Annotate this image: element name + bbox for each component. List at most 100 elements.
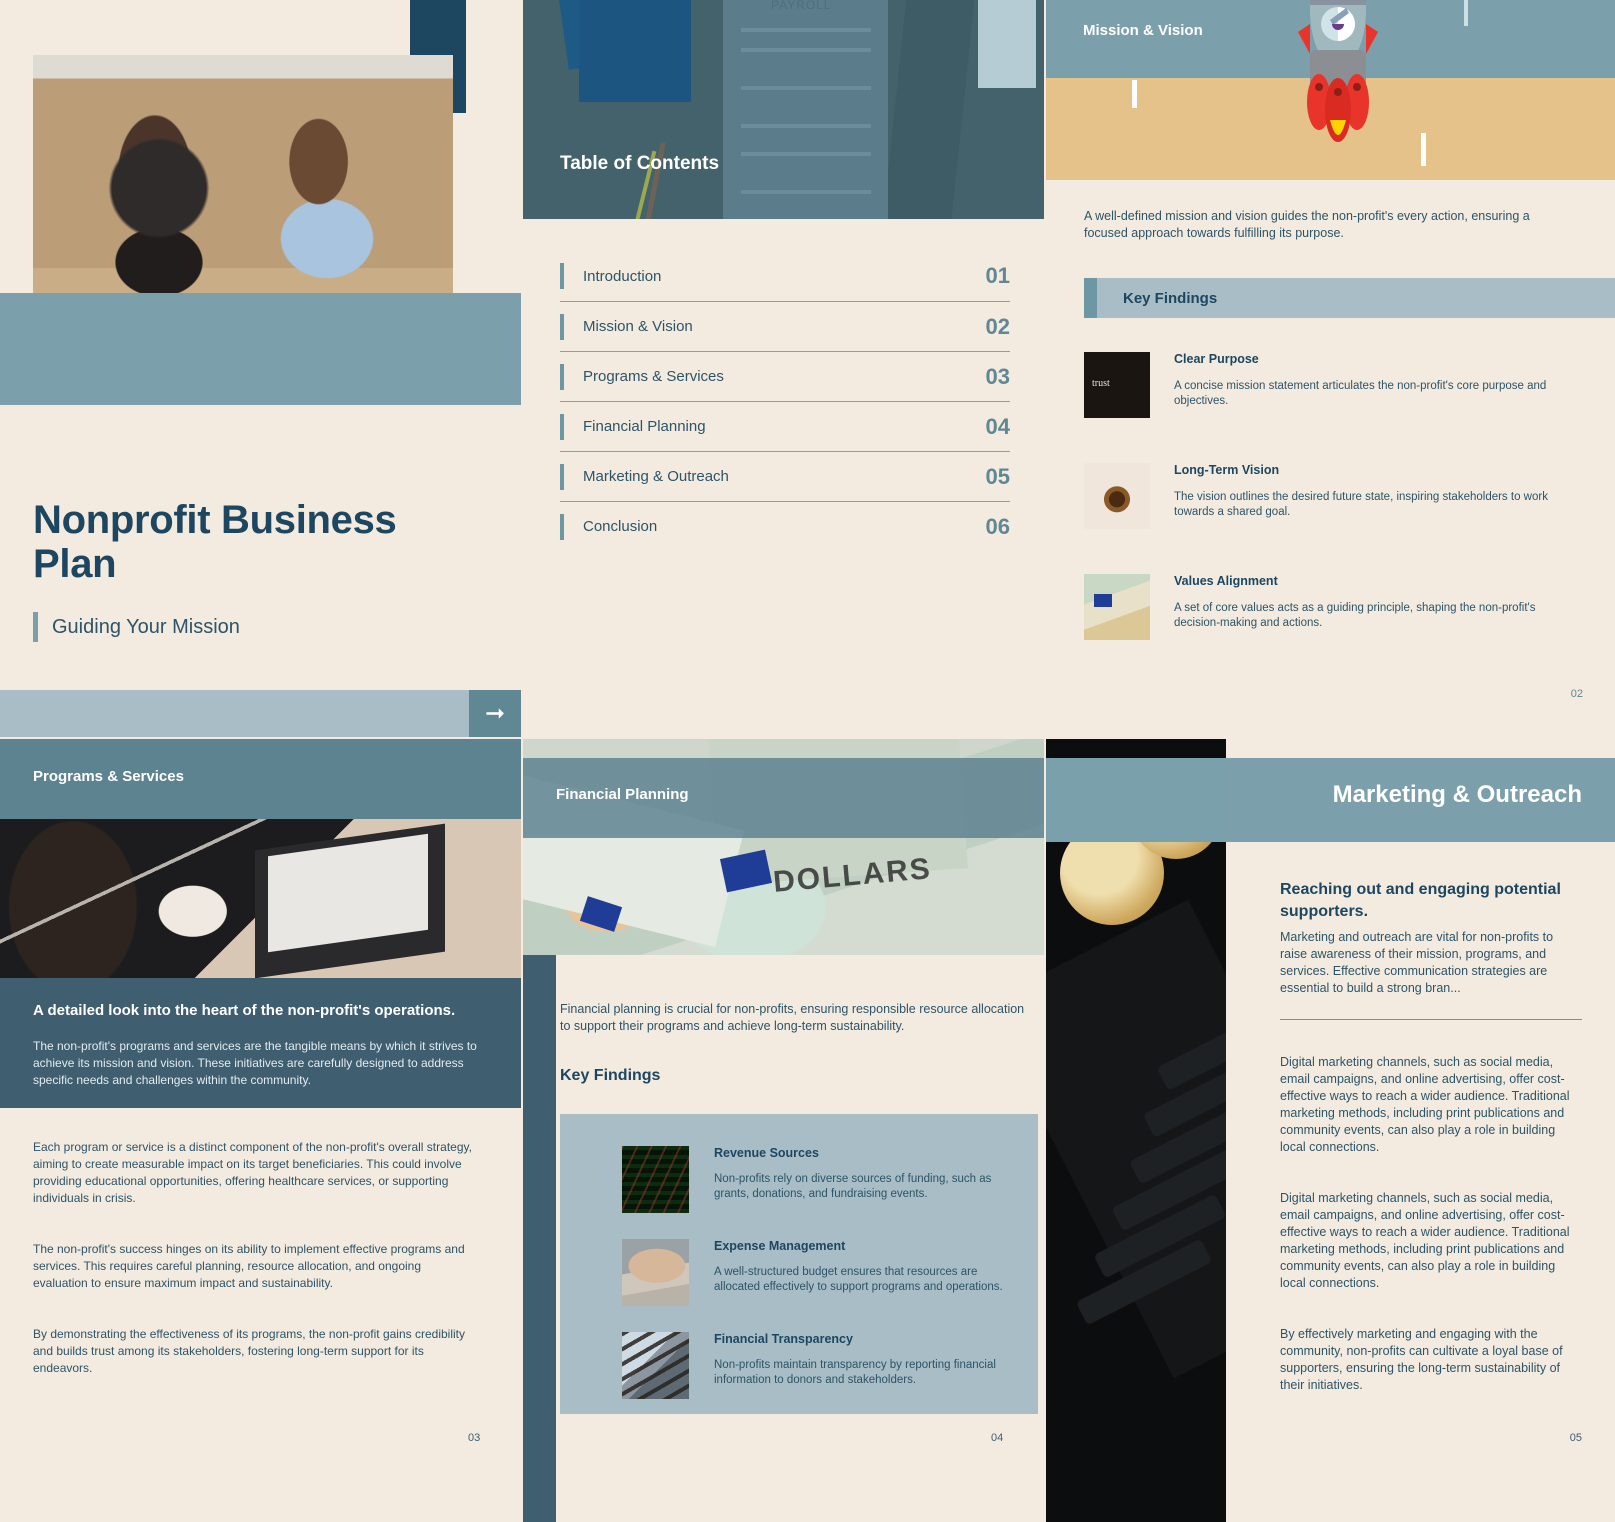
toc-item-mission-vision[interactable]: Mission & Vision 02: [560, 301, 1010, 351]
finding-heading: Financial Transparency: [714, 1332, 853, 1346]
human-eye-photo: [1084, 463, 1150, 529]
page-number: 05: [1569, 1432, 1582, 1444]
toc-item-number: 06: [985, 513, 1010, 539]
page-title: Table of Contents: [560, 153, 720, 174]
finding-text: Non-profits rely on diverse sources of f…: [714, 1173, 992, 1200]
toc-item-label: Conclusion: [583, 518, 658, 535]
programs-body: Each program or service is a distinct co…: [33, 1139, 478, 1411]
section-lead: Reaching out and engaging potential supp…: [1280, 881, 1561, 920]
list-item: Long-Term Vision The vision outlines the…: [1084, 463, 1574, 529]
paragraph: The non-profit's success hinges on its a…: [33, 1242, 465, 1290]
cover-subtitle: Guiding Your Mission: [52, 615, 240, 638]
programs-photo: [0, 819, 521, 978]
finding-text: A well-structured budget ensures that re…: [714, 1266, 1003, 1293]
bullet-bar-icon: [560, 513, 564, 540]
arrow-right-icon: ➞: [484, 700, 506, 727]
slide-table-of-contents: PAYROLL Table of Contents Introduction 0…: [523, 0, 1044, 737]
accent-bar: [1084, 278, 1097, 318]
bullet-bar-icon: [560, 263, 564, 289]
toc-item-programs-services[interactable]: Programs & Services 03: [560, 351, 1010, 401]
page-number: 02: [1570, 688, 1583, 700]
page-title: Marketing & Outreach: [1332, 781, 1582, 808]
toc-item-number: 03: [985, 363, 1010, 389]
key-findings-card: Revenue Sources Non-profits rely on dive…: [560, 1114, 1038, 1414]
finding-heading: Clear Purpose: [1174, 352, 1259, 366]
list-item: Revenue Sources Non-profits rely on dive…: [622, 1146, 1022, 1213]
payroll-label: PAYROLL: [771, 0, 832, 12]
marketing-photo: [1046, 739, 1226, 1522]
paragraph: Digital marketing channels, such as soci…: [1280, 1191, 1570, 1290]
paragraph: By effectively marketing and engaging wi…: [1280, 1327, 1563, 1392]
page-title: Financial Planning: [556, 786, 689, 803]
paragraph: Each program or service is a distinct co…: [33, 1140, 472, 1205]
divider: [1280, 1019, 1582, 1020]
left-accent-stripe: [523, 955, 556, 1522]
paragraph: By demonstrating the effectiveness of it…: [33, 1327, 465, 1375]
programs-lead-block: A detailed look into the heart of the no…: [0, 978, 521, 1108]
marketing-body: Reaching out and engaging potential supp…: [1280, 879, 1582, 1428]
section-lead-paragraph: The non-profit's programs and services a…: [33, 1039, 477, 1087]
page-title: Nonprofit Business Plan: [33, 498, 397, 586]
mission-vision-intro: A well-defined mission and vision guides…: [1084, 209, 1530, 240]
toc-item-financial-planning[interactable]: Financial Planning 04: [560, 401, 1010, 451]
key-findings-header: Key Findings: [1084, 278, 1615, 318]
currency-banknotes-photo: [1084, 574, 1150, 640]
desk-accounting-photo: [622, 1239, 689, 1306]
cover-footer-band: [0, 690, 521, 737]
finding-text: A set of core values acts as a guiding p…: [1174, 602, 1536, 629]
toc-item-number: 04: [985, 413, 1010, 439]
page-number: 04: [991, 1432, 1004, 1444]
bullet-bar-icon: [560, 413, 564, 440]
key-findings-label: Key Findings: [560, 1067, 661, 1084]
rocket-icon: [1298, 0, 1378, 142]
list-item: Values Alignment A set of core values ac…: [1084, 574, 1574, 640]
finding-heading: Long-Term Vision: [1174, 463, 1280, 477]
financial-intro: Financial planning is crucial for non-pr…: [560, 1002, 1025, 1033]
toc-item-label: Programs & Services: [583, 368, 724, 385]
section-lead: A detailed look into the heart of the no…: [33, 1002, 456, 1019]
cover-subtitle-row: Guiding Your Mission: [33, 612, 240, 642]
toc-item-number: 01: [985, 263, 1010, 288]
slide-programs-services: Programs & Services A detailed look into…: [0, 739, 521, 1522]
bullet-bar-icon: [560, 463, 564, 490]
next-slide-button[interactable]: ➞: [469, 690, 521, 737]
bullet-bar-icon: [560, 363, 564, 390]
mission-vision-findings-list: Clear Purpose A concise mission statemen…: [1084, 352, 1574, 685]
slide-mission-vision: Mission & Vision A well-defined mission …: [1046, 0, 1615, 737]
finding-text: The vision outlines the desired future s…: [1174, 491, 1548, 518]
toc-list: Introduction 01 Mission & Vision 02 Prog…: [560, 251, 1010, 551]
slide-cover: Nonprofit Business Plan Guiding Your Mis…: [0, 0, 521, 737]
finding-heading: Expense Management: [714, 1239, 846, 1253]
toc-item-label: Marketing & Outreach: [583, 468, 729, 485]
cover-teal-band: [0, 293, 521, 405]
mission-vision-hero: Mission & Vision: [1046, 0, 1615, 180]
accent-bar: [33, 612, 38, 642]
toc-item-number: 02: [985, 313, 1010, 339]
list-item: Clear Purpose A concise mission statemen…: [1084, 352, 1574, 418]
toc-item-conclusion[interactable]: Conclusion 06: [560, 501, 1010, 551]
paragraph: Digital marketing channels, such as soci…: [1280, 1055, 1570, 1154]
toc-item-label: Financial Planning: [583, 418, 706, 435]
stock-ticker-board-photo: [622, 1146, 689, 1213]
toc-item-label: Mission & Vision: [583, 318, 693, 335]
marketing-title-band-overlay: [1046, 758, 1226, 842]
section-lead-paragraph: Marketing and outreach are vital for non…: [1280, 930, 1554, 995]
financial-photo: DOLLARS: [523, 739, 1044, 955]
toc-item-introduction[interactable]: Introduction 01: [560, 251, 1010, 301]
slide-marketing-outreach: Marketing & Outreach Reaching out and en…: [1046, 739, 1615, 1522]
finding-heading: Revenue Sources: [714, 1146, 819, 1160]
list-item: Expense Management A well-structured bud…: [622, 1239, 1022, 1306]
key-findings-label: Key Findings: [1123, 289, 1218, 307]
page-title: Mission & Vision: [1083, 22, 1203, 39]
finding-text: Non-profits maintain transparency by rep…: [714, 1359, 996, 1386]
bullet-bar-icon: [560, 313, 564, 340]
toc-item-marketing-outreach[interactable]: Marketing & Outreach 05: [560, 451, 1010, 501]
toc-item-number: 05: [985, 463, 1010, 489]
toc-hero-illustration: PAYROLL Table of Contents: [523, 0, 1044, 219]
page-title: Programs & Services: [33, 768, 184, 785]
programs-title-band: Programs & Services: [0, 739, 521, 819]
finding-text: A concise mission statement articulates …: [1174, 380, 1547, 407]
toc-item-label: Introduction: [583, 267, 662, 285]
glass-staircase-photo: [622, 1332, 689, 1399]
coffee-mug-trust-photo: [1084, 352, 1150, 418]
